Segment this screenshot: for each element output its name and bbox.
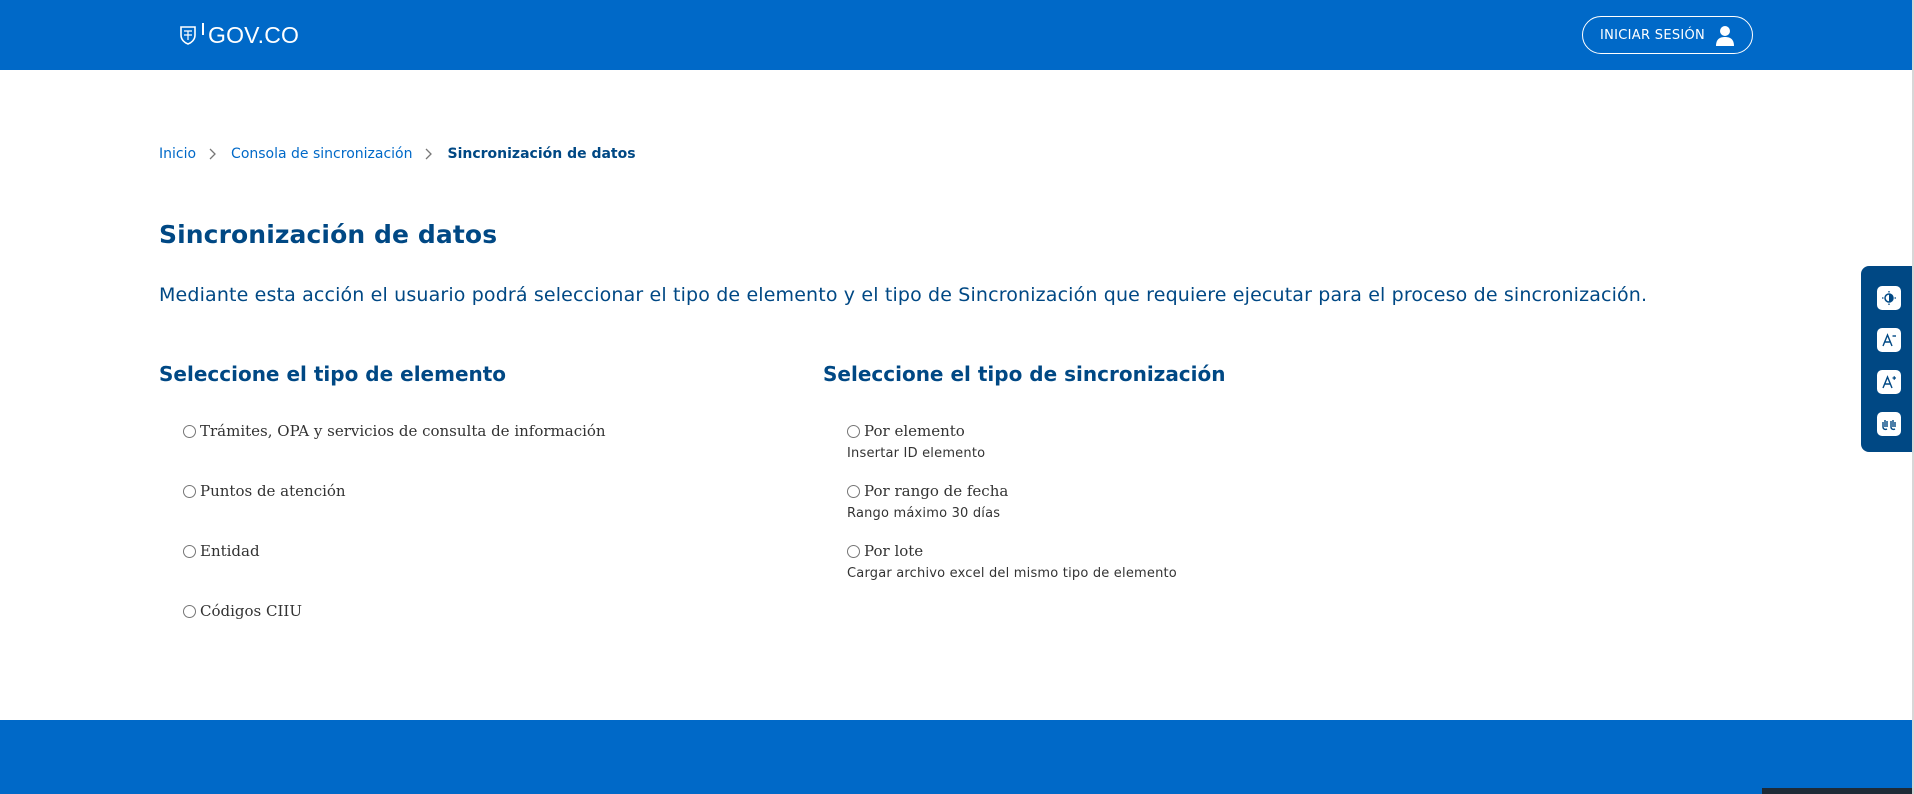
element-option-label: Códigos CIIU — [200, 602, 302, 620]
element-option-label: Trámites, OPA y servicios de consulta de… — [200, 422, 606, 440]
font-decrease-button[interactable] — [1877, 328, 1901, 352]
top-bar: GOV.CO INICIAR SESIÓN — [0, 0, 1914, 70]
sync-option-elemento[interactable]: Por elemento — [847, 422, 965, 440]
logo-text: GOV.CO — [208, 21, 300, 48]
element-option-entidad[interactable]: Entidad — [183, 542, 260, 560]
radio-entidad[interactable] — [183, 544, 196, 558]
contrast-icon — [1882, 291, 1896, 305]
chevron-right-icon — [426, 148, 433, 160]
user-icon — [1716, 26, 1734, 46]
radio-por-fecha[interactable] — [847, 484, 860, 498]
element-option-label: Puntos de atención — [200, 482, 346, 500]
contrast-button[interactable] — [1877, 286, 1901, 310]
sign-language-icon — [1882, 420, 1896, 431]
sync-option-hint: Rango máximo 30 días — [847, 506, 1001, 521]
radio-por-elemento[interactable] — [847, 424, 860, 438]
sync-option-label: Por lote — [864, 542, 924, 560]
font-increase-icon — [1882, 375, 1896, 389]
font-increase-button[interactable] — [1877, 370, 1901, 394]
chevron-right-icon — [209, 148, 216, 160]
breadcrumb-consola[interactable]: Consola de sincronización — [231, 146, 412, 162]
sync-type-title: Seleccione el tipo de sincronización — [823, 362, 1226, 386]
sync-option-hint: Insertar ID elemento — [847, 446, 986, 461]
breadcrumb: Inicio Consola de sincronización Sincron… — [159, 144, 636, 164]
element-option-ciiu[interactable]: Códigos CIIU — [183, 602, 302, 620]
sync-option-hint: Cargar archivo excel del mismo tipo de e… — [847, 566, 1177, 581]
colombia-shield-icon — [180, 26, 196, 45]
footer-bar — [0, 720, 1914, 794]
bottom-corner-strip — [1762, 788, 1912, 794]
element-option-label: Entidad — [200, 542, 260, 560]
font-decrease-icon — [1882, 333, 1896, 347]
sync-option-label: Por elemento — [864, 422, 965, 440]
breadcrumb-current: Sincronización de datos — [447, 146, 636, 162]
sync-option-fecha[interactable]: Por rango de fecha — [847, 482, 1008, 500]
element-type-title: Seleccione el tipo de elemento — [159, 362, 507, 386]
login-button[interactable]: INICIAR SESIÓN — [1582, 16, 1753, 54]
element-option-tramites[interactable]: Trámites, OPA y servicios de consulta de… — [183, 422, 606, 440]
sign-language-button[interactable] — [1877, 412, 1901, 436]
sync-option-lote[interactable]: Por lote — [847, 542, 923, 560]
breadcrumb-inicio[interactable]: Inicio — [159, 146, 196, 162]
radio-por-lote[interactable] — [847, 544, 860, 558]
radio-puntos[interactable] — [183, 484, 196, 498]
logo-separator — [202, 23, 204, 35]
radio-tramites[interactable] — [183, 424, 196, 438]
login-button-label: INICIAR SESIÓN — [1600, 27, 1706, 43]
page-description: Mediante esta acción el usuario podrá se… — [159, 284, 1648, 306]
radio-ciiu[interactable] — [183, 604, 196, 618]
element-option-puntos[interactable]: Puntos de atención — [183, 482, 346, 500]
govco-logo[interactable]: GOV.CO — [178, 20, 299, 50]
page-title: Sincronización de datos — [159, 220, 498, 249]
sync-option-label: Por rango de fecha — [864, 482, 1009, 500]
accessibility-panel — [1861, 266, 1914, 452]
